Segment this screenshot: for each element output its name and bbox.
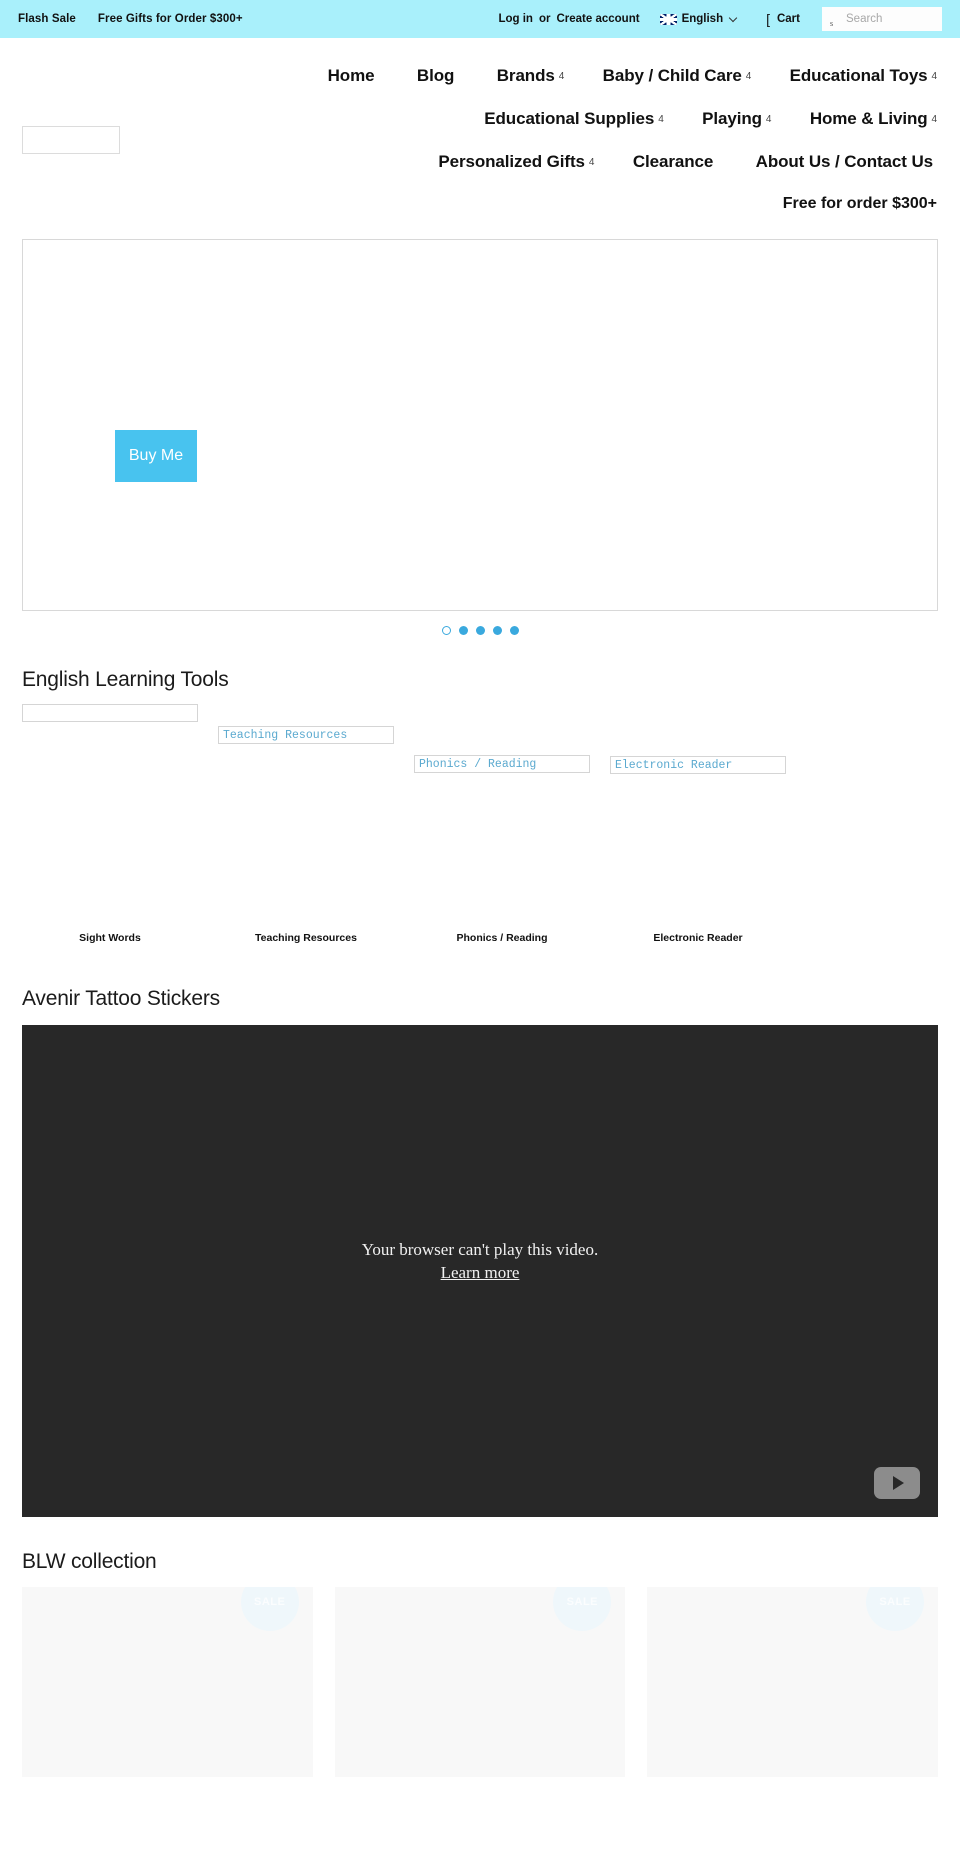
- tile-caption: Sight Words: [79, 932, 141, 944]
- nav-label: Educational Toys: [789, 66, 928, 85]
- tile-caption: Phonics / Reading: [456, 932, 548, 944]
- site-logo[interactable]: [22, 126, 120, 154]
- create-account-link[interactable]: Create account: [556, 13, 639, 25]
- electronic-reader-image-alt: Electronic Reader: [610, 756, 786, 774]
- nav-item-playing[interactable]: Playing 4: [702, 97, 771, 140]
- nav-subcount: 4: [558, 71, 565, 82]
- main-navigation: Home Blog Brands 4 Baby / Child Care 4 Edu…: [18, 54, 942, 183]
- uk-flag-icon: [659, 13, 677, 25]
- product-card[interactable]: SALE: [22, 1587, 313, 1777]
- nav-label: Personalized Gifts: [438, 152, 585, 171]
- learn-more-link[interactable]: Learn more: [441, 1262, 520, 1285]
- nav-row-2: Educational Supplies 4 Playing 4 Home & Li…: [18, 97, 937, 140]
- nav-subcount: 4: [931, 114, 938, 125]
- announcement-bar: Flash Sale Free Gifts for Order $300+ Lo…: [0, 0, 960, 38]
- shipping-note: Free for order $300+: [782, 195, 937, 212]
- nav-label: Clearance: [632, 152, 714, 171]
- collection-tile[interactable]: Teaching Resources Teaching Resources: [218, 726, 394, 944]
- play-icon[interactable]: [874, 1467, 920, 1499]
- nav-item-educational-supplies[interactable]: Educational Supplies 4: [484, 97, 664, 140]
- cart-icon: [: [766, 11, 770, 27]
- nav-subcount: 4: [658, 114, 664, 125]
- chevron-down-icon: [728, 13, 738, 22]
- teaching-resources-image-alt: Teaching Resources: [218, 726, 394, 744]
- collection-tile[interactable]: Phonics / Reading Phonics / Reading: [414, 755, 590, 944]
- nav-subcount: 4: [588, 157, 595, 168]
- collection-tile[interactable]: Sight Words: [22, 704, 198, 944]
- nav-subcount: 4: [765, 114, 772, 125]
- nav-item-home-living[interactable]: Home & Living 4: [810, 97, 937, 140]
- cart-link[interactable]: [ Cart: [766, 12, 800, 26]
- section-title-blw-collection: BLW collection: [22, 1550, 157, 1573]
- cart-label: Cart: [776, 13, 800, 25]
- nav-label: About Us / Contact Us: [755, 152, 933, 171]
- utility-links: Log in or Create account English [ Cart …: [498, 7, 942, 31]
- carousel-dots: [0, 626, 960, 635]
- product-card[interactable]: SALE: [647, 1587, 939, 1777]
- carousel-dot-4[interactable]: [492, 626, 502, 635]
- nav-subcount: 4: [745, 71, 752, 82]
- nav-label: Home: [327, 66, 375, 85]
- nav-item-brands[interactable]: Brands 4: [496, 54, 565, 97]
- or-separator: or: [538, 13, 551, 25]
- language-label: English: [681, 13, 724, 25]
- login-link[interactable]: Log in: [498, 13, 533, 25]
- collection-tile[interactable]: Electronic Reader Electronic Reader: [610, 756, 786, 944]
- nav-row-3: Personalized Gifts 4 Clearance About Us /…: [18, 140, 937, 183]
- section-title-avenir-tattoo: Avenir Tattoo Stickers: [22, 987, 220, 1010]
- nav-label: Playing: [702, 109, 762, 128]
- nav-subcount: 4: [931, 71, 938, 82]
- tile-caption: Electronic Reader: [653, 932, 743, 944]
- sale-badge: SALE: [240, 1587, 299, 1631]
- search-box[interactable]: s: [822, 7, 942, 31]
- video-error-message: Your browser can't play this video. Lear…: [22, 1239, 938, 1285]
- site-header: Home Blog Brands 4 Baby / Child Care 4 Edu…: [0, 38, 960, 213]
- nav-row-1: Home Blog Brands 4 Baby / Child Care 4 Edu…: [18, 54, 937, 97]
- nav-item-educational-toys[interactable]: Educational Toys 4: [790, 54, 937, 97]
- nav-item-blog[interactable]: Blog: [417, 54, 458, 97]
- carousel-dot-1[interactable]: [441, 626, 451, 635]
- nav-label: Baby / Child Care: [602, 66, 742, 85]
- nav-item-personalized-gifts[interactable]: Personalized Gifts 4: [438, 140, 594, 183]
- tile-caption: Teaching Resources: [255, 932, 357, 944]
- hero-slideshow[interactable]: Buy Me: [22, 239, 938, 611]
- carousel-dot-3[interactable]: [475, 626, 485, 635]
- nav-label: Home & Living: [809, 109, 928, 128]
- product-card[interactable]: SALE: [334, 1587, 626, 1777]
- buy-me-button[interactable]: Buy Me: [115, 430, 197, 482]
- nav-item-baby-child-care[interactable]: Baby / Child Care 4: [603, 54, 752, 97]
- announcement-flash-sale[interactable]: Flash Sale: [18, 13, 76, 25]
- carousel-dot-5[interactable]: [509, 626, 519, 635]
- english-tools-tile-grid: Sight Words Teaching Resources Teaching …: [22, 704, 938, 954]
- video-player[interactable]: Your browser can't play this video. Lear…: [22, 1025, 938, 1517]
- carousel-dot-2[interactable]: [458, 626, 468, 635]
- search-icon: s: [830, 19, 834, 28]
- nav-label: Educational Supplies: [484, 109, 655, 128]
- phonics-reading-image-alt: Phonics / Reading: [414, 755, 590, 773]
- nav-label: Brands: [496, 66, 555, 85]
- nav-label: Blog: [416, 66, 455, 85]
- video-error-text: Your browser can't play this video.: [361, 1240, 599, 1259]
- sight-words-image-alt: [22, 704, 198, 722]
- nav-item-home[interactable]: Home: [328, 54, 379, 97]
- announcement-left-group: Flash Sale Free Gifts for Order $300+: [18, 13, 243, 25]
- language-selector[interactable]: English: [659, 13, 738, 25]
- search-input[interactable]: [822, 12, 942, 26]
- blw-product-grid: SALE SALE SALE: [22, 1587, 939, 1777]
- nav-item-clearance[interactable]: Clearance: [633, 140, 717, 183]
- sale-badge: SALE: [553, 1587, 612, 1631]
- announcement-free-gifts[interactable]: Free Gifts for Order $300+: [98, 13, 243, 25]
- nav-item-about-contact[interactable]: About Us / Contact Us: [756, 140, 937, 183]
- sale-badge: SALE: [866, 1587, 925, 1631]
- section-title-english-tools: English Learning Tools: [22, 668, 229, 691]
